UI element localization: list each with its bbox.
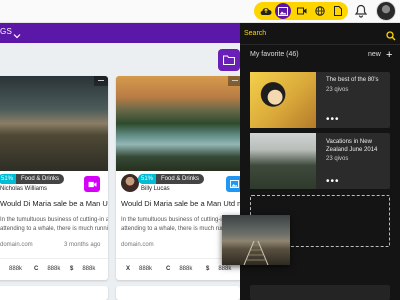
- tag-percent: 51%: [138, 174, 157, 184]
- favorite-count: 23 qivos: [326, 87, 349, 93]
- image-icon[interactable]: [275, 3, 291, 19]
- card-author[interactable]: Billy Lucas: [141, 186, 170, 192]
- search-input[interactable]: Search: [244, 30, 266, 37]
- favorite-thumbnail: [250, 72, 316, 128]
- favorite-thumbnail: [250, 133, 316, 189]
- card-domain[interactable]: domain.com: [0, 242, 33, 248]
- new-label[interactable]: new: [368, 51, 381, 58]
- favorite-item[interactable]: The best of the 80's 23 qivos •••: [250, 72, 390, 128]
- card-title[interactable]: Would Di Maria sale be a Man Utd m...: [0, 199, 108, 208]
- toolbar-pill: [254, 2, 348, 20]
- stat-x[interactable]: X888k: [0, 266, 22, 272]
- top-bar: [0, 0, 400, 23]
- card-desc-line1: In the tumultuous business of cutting-in…: [121, 217, 237, 223]
- folder-button[interactable]: [218, 49, 240, 71]
- card-desc-line2: attending to a whale, there is much runn…: [0, 226, 108, 232]
- card-title[interactable]: Would Di Maria sale be a Man Utd m...: [121, 199, 242, 208]
- favorite-title: The best of the 80's: [326, 77, 379, 83]
- favorite-title-line1: Vacations in New: [326, 139, 372, 145]
- category-tag: 51% Food & Drinks: [138, 174, 205, 184]
- dragged-image[interactable]: [222, 215, 290, 265]
- video-icon: [88, 181, 96, 187]
- favorite-count: 23 qivos: [326, 156, 349, 162]
- panel-search[interactable]: Search: [240, 23, 400, 45]
- card-domain[interactable]: domain.com: [121, 242, 154, 248]
- stat-c[interactable]: C 888k: [34, 266, 60, 272]
- cloud-upload-icon[interactable]: [258, 3, 274, 19]
- tag-percent: 51%: [0, 174, 17, 184]
- chevron-down-icon[interactable]: [13, 27, 21, 45]
- category-tag: 51% Food & Drinks: [0, 174, 65, 184]
- stat-dollar[interactable]: $888k: [206, 266, 231, 272]
- tag-category: Food & Drinks: [161, 176, 200, 182]
- tag-category: Food & Drinks: [21, 176, 60, 182]
- card-image[interactable]: [116, 76, 242, 171]
- search-icon[interactable]: [386, 28, 396, 46]
- document-icon[interactable]: [330, 3, 346, 19]
- card-time: 3 months ago: [64, 242, 101, 248]
- card-footer: X888k C888k $888k: [0, 258, 108, 280]
- card-author[interactable]: Nicholas Williams: [0, 186, 47, 192]
- card-image[interactable]: [0, 76, 108, 171]
- post-card-partial[interactable]: [0, 286, 108, 300]
- nav-label[interactable]: GS: [0, 27, 12, 36]
- image-icon: [229, 180, 239, 188]
- post-card[interactable]: 51% Food & Drinks Nicholas Williams Woul…: [0, 76, 108, 280]
- stat-x[interactable]: X888k: [126, 266, 152, 272]
- favorite-item[interactable]: Vacations in New Zealand June 2014 23 qi…: [250, 133, 390, 189]
- card-desc-line1: In the tumultuous business of cutting-in…: [0, 217, 108, 223]
- stat-c[interactable]: C 888k: [166, 266, 192, 272]
- favorite-item-partial[interactable]: [250, 285, 390, 300]
- author-avatar[interactable]: [121, 174, 139, 192]
- add-favorite-button[interactable]: +: [386, 49, 392, 61]
- folder-icon: [223, 55, 235, 65]
- rails-graphic: [243, 241, 269, 265]
- favorite-title-line2: Zealand June 2014: [326, 147, 378, 153]
- more-options-icon[interactable]: •••: [326, 114, 340, 125]
- video-action-button[interactable]: [84, 176, 100, 192]
- post-card-partial[interactable]: [116, 286, 240, 300]
- bell-icon[interactable]: [354, 4, 368, 18]
- more-options-icon[interactable]: •••: [326, 176, 340, 187]
- card-menu-icon[interactable]: [94, 76, 108, 86]
- category-nav: GS: [0, 23, 240, 43]
- user-avatar[interactable]: [376, 1, 396, 21]
- favorites-title: My favorite (46): [250, 51, 299, 58]
- video-icon[interactable]: [294, 3, 310, 19]
- globe-icon[interactable]: [312, 3, 328, 19]
- stat-dollar[interactable]: $888k: [70, 266, 95, 272]
